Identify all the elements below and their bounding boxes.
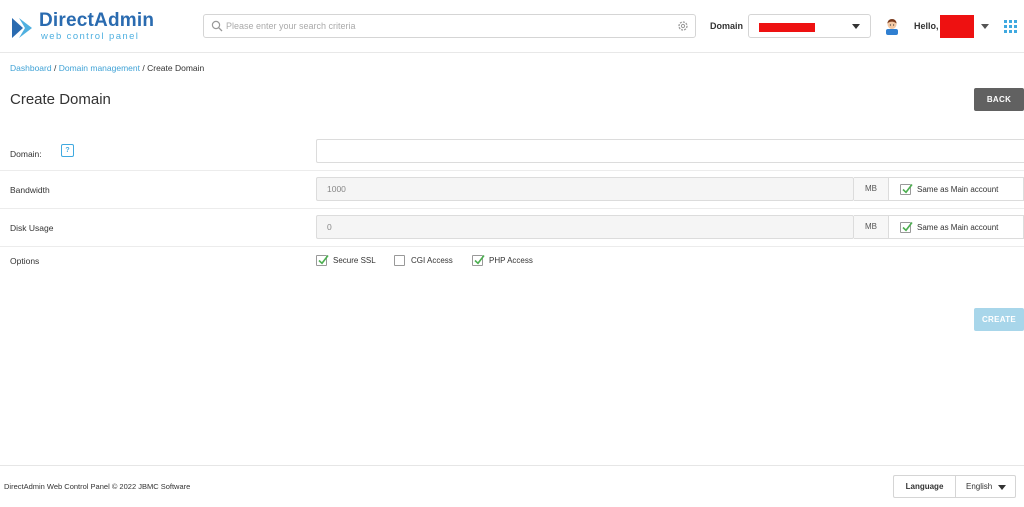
php-access-checkbox[interactable] (472, 255, 485, 266)
breadcrumb-dashboard-link[interactable]: Dashboard (10, 63, 52, 73)
domain-selector-label: Domain (710, 21, 744, 31)
disk-usage-same-as-main-label: Same as Main account (917, 223, 999, 232)
breadcrumb-separator: / (53, 63, 57, 73)
breadcrumb-current: Create Domain (147, 63, 205, 73)
breadcrumb: Dashboard / Domain management / Create D… (10, 63, 204, 73)
search-box (203, 14, 696, 38)
search-icon (211, 20, 223, 32)
domain-selector-dropdown[interactable] (748, 14, 871, 38)
logo-title: DirectAdmin (39, 10, 155, 31)
bandwidth-unit: MB (854, 177, 889, 201)
disk-usage-same-as-main: Same as Main account (889, 215, 1024, 239)
language-label: Language (893, 475, 955, 498)
user-avatar-icon[interactable] (884, 17, 900, 35)
user-greeting: Hello, (914, 21, 939, 31)
back-button[interactable]: BACK (974, 88, 1024, 111)
cgi-access-checkbox[interactable] (394, 255, 405, 266)
bandwidth-same-as-main: Same as Main account (889, 177, 1024, 201)
checkmark-icon (474, 255, 485, 265)
domain-input[interactable] (316, 139, 1024, 163)
directadmin-logo[interactable]: DirectAdmin web control panel (10, 10, 154, 42)
language-select[interactable]: English (955, 475, 1016, 498)
logo-subtitle: web control panel (41, 31, 140, 42)
domain-help-icon[interactable]: ? (61, 144, 74, 157)
footer: DirectAdmin Web Control Panel © 2022 JBM… (0, 465, 1024, 507)
language-selected-value: English (966, 482, 993, 491)
top-header: DirectAdmin web control panel Domain Hel… (0, 0, 1024, 53)
user-menu-chevron-icon[interactable] (981, 24, 989, 29)
secure-ssl-checkbox[interactable] (316, 255, 329, 266)
disk-usage-input[interactable] (316, 215, 854, 239)
cgi-access-label: CGI Access (411, 256, 453, 265)
breadcrumb-domain-management-link[interactable]: Domain management (59, 63, 140, 73)
redacted-username (940, 15, 974, 38)
checkmark-icon (902, 222, 913, 232)
bandwidth-label: Bandwidth (10, 185, 50, 195)
logo-mark-icon (12, 18, 32, 38)
create-button[interactable]: CREATE (974, 308, 1024, 331)
copyright-text: DirectAdmin Web Control Panel © 2022 JBM… (4, 482, 191, 491)
breadcrumb-separator: / (142, 63, 145, 73)
php-access-label: PHP Access (489, 256, 533, 265)
redacted-domain-value (759, 23, 815, 32)
search-settings-gear-icon[interactable] (677, 20, 689, 32)
chevron-down-icon (852, 24, 860, 29)
disk-usage-label: Disk Usage (10, 223, 54, 233)
bandwidth-same-as-main-label: Same as Main account (917, 185, 999, 194)
checkmark-icon (902, 184, 913, 194)
page-title: Create Domain (10, 91, 111, 108)
domain-label: Domain: (10, 149, 42, 159)
bandwidth-same-as-main-checkbox[interactable] (900, 184, 913, 195)
options-label: Options (10, 256, 40, 266)
checkmark-icon (318, 255, 329, 265)
disk-usage-unit: MB (854, 215, 889, 239)
secure-ssl-label: Secure SSL (333, 256, 376, 265)
search-input[interactable] (226, 17, 676, 35)
bandwidth-input[interactable] (316, 177, 854, 201)
disk-usage-same-as-main-checkbox[interactable] (900, 222, 913, 233)
chevron-down-icon (998, 485, 1006, 490)
apps-grid-icon[interactable] (1004, 20, 1017, 33)
